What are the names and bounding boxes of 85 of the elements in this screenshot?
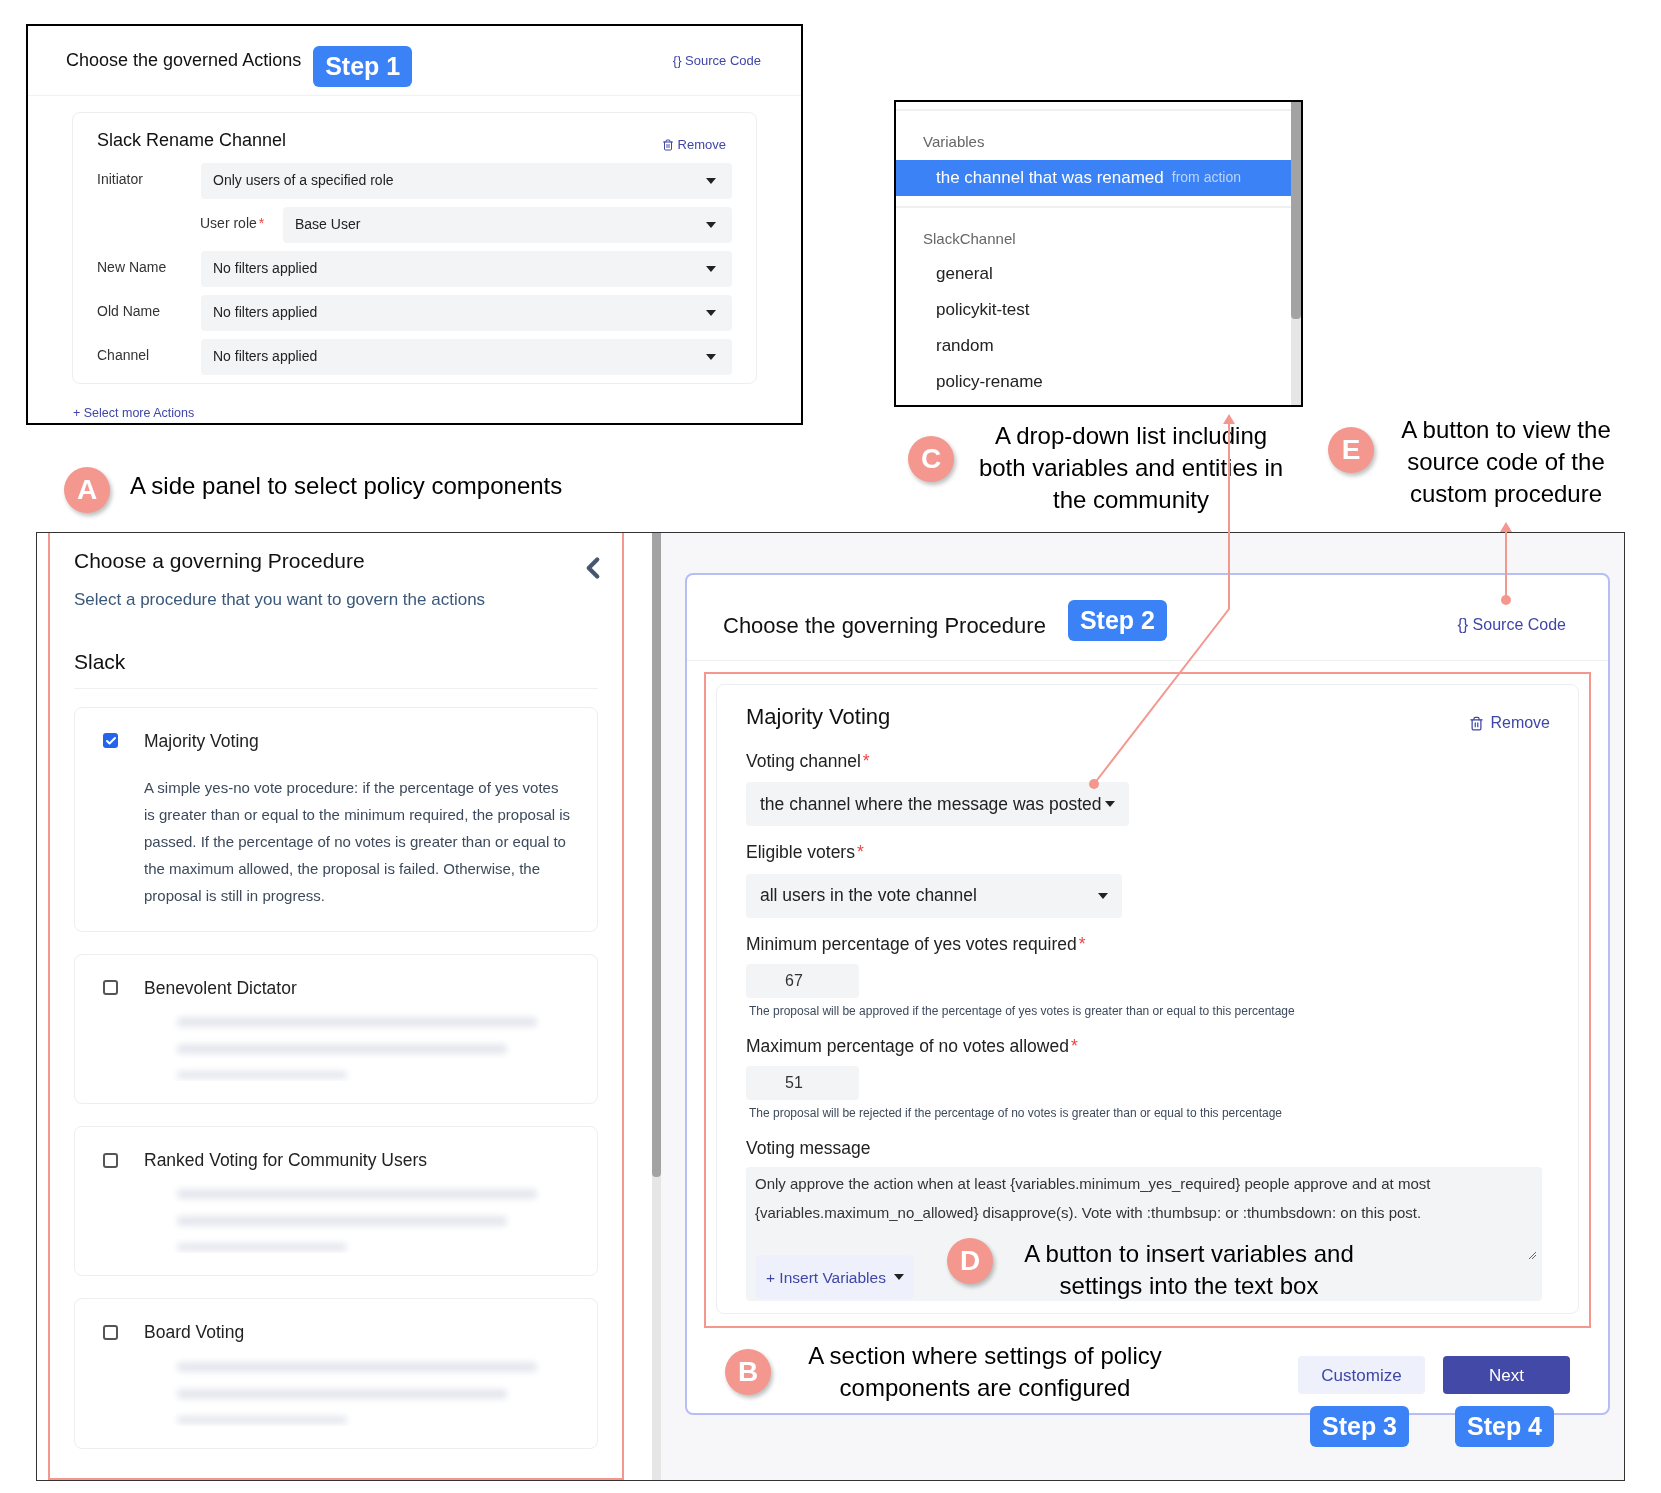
caret-icon	[706, 265, 716, 272]
insert-variables-button[interactable]: + Insert Variables	[756, 1255, 914, 1300]
field-label: Voting message	[746, 1137, 871, 1160]
remove-link[interactable]: Remove	[661, 135, 726, 155]
field-label: Eligible voters	[746, 841, 855, 865]
filter-label-text: Channel	[97, 346, 150, 363]
panel-title: Choose the governing Procedure	[723, 612, 1046, 640]
step-badge: Step 4	[1455, 1406, 1555, 1447]
section-heading: Slack	[74, 646, 598, 689]
filter-select[interactable]: Only users of a specified role	[201, 162, 732, 199]
filter-label-text: Old Name	[97, 302, 161, 319]
caret-icon	[1105, 801, 1116, 808]
procedure-name: Benevolent Dictator	[144, 976, 297, 1000]
group-heading: SlackChannel	[922, 228, 1017, 249]
annotation-text: A section where settings of policy components are configured	[807, 1341, 1163, 1403]
procedure-description: A simple yes-no vote procedure: if the percentage of yes votes is greater than or equal to the minimum required, the proposal is passed. If the percentage of no votes is greater than or equal to the maximum allowed, the proposal is failed. Otherwise, the proposal is still in progress.	[144, 777, 572, 906]
required-asterisk: *	[856, 841, 864, 865]
resize-handle-icon	[1528, 1251, 1536, 1260]
procedure-title: Majority Voting	[746, 702, 891, 731]
filter-label-text: Initiator	[97, 170, 143, 187]
filter-select[interactable]: Base User	[283, 206, 732, 243]
procedure-name: Ranked Voting for Community Users	[144, 1149, 428, 1172]
procedure-name: Board Voting	[144, 1321, 245, 1345]
required-asterisk: *	[258, 214, 265, 231]
caret-icon	[893, 1274, 904, 1281]
annotation-text: A side panel to select policy components	[130, 471, 564, 501]
procedure-card[interactable]: Benevolent Dictator	[74, 953, 598, 1104]
trash-icon	[1469, 715, 1485, 731]
dropdown-option[interactable]: policy-rename	[896, 364, 1291, 400]
callout-marker: E	[1328, 427, 1374, 473]
checkbox[interactable]	[103, 1152, 118, 1168]
caret-icon	[706, 177, 716, 184]
checkbox[interactable]	[103, 733, 118, 749]
number-field[interactable]: 51	[746, 1066, 859, 1100]
annotation-text: A button to view the source code of the custom procedure	[1400, 415, 1612, 509]
action-title: Slack Rename Channel	[97, 129, 287, 153]
group-heading: Variables	[922, 132, 986, 152]
field-label: Minimum percentage of yes votes required	[746, 932, 1077, 956]
dropdown-option[interactable]: random	[896, 328, 1291, 364]
callout-marker: A	[64, 467, 110, 513]
select-field[interactable]: the channel where the message was posted	[746, 782, 1130, 827]
remove-link[interactable]: Remove	[1469, 711, 1550, 735]
panel-title: Choose a governing Procedure	[74, 548, 366, 574]
filter-label-text: New Name	[97, 258, 167, 275]
help-text: The proposal will be approved if the percentage of yes votes is greater than or equal to this percentage	[749, 1002, 1296, 1020]
required-asterisk: *	[1070, 1034, 1078, 1058]
source-code-link[interactable]: {} Source Code	[1457, 612, 1566, 637]
number-field[interactable]: 67	[746, 963, 859, 998]
dropdown-option[interactable]: general	[896, 256, 1291, 292]
field-label: Voting channel	[746, 750, 861, 773]
procedure-card[interactable]: Ranked Voting for Community Users	[74, 1126, 598, 1277]
procedure-card[interactable]	[74, 706, 598, 932]
option-note: from action	[1171, 168, 1241, 187]
procedure-name: Majority Voting	[144, 729, 259, 753]
filter-select[interactable]: No filters applied	[201, 294, 732, 331]
select-more-link[interactable]: + Select more Actions	[73, 403, 195, 423]
required-asterisk: *	[1078, 932, 1086, 956]
checkbox[interactable]	[103, 1324, 118, 1340]
source-code-link[interactable]: {} Source Code	[672, 50, 761, 71]
filter-select[interactable]: No filters applied	[201, 338, 732, 375]
callout-marker: C	[908, 436, 954, 482]
trash-icon	[661, 138, 674, 151]
filter-select[interactable]: No filters applied	[201, 250, 732, 287]
caret-icon	[1098, 892, 1108, 899]
select-field[interactable]: all users in the vote channel	[746, 873, 1122, 918]
step-badge: Step 1	[313, 46, 413, 87]
caret-icon	[706, 221, 716, 228]
customize-button[interactable]: Customize	[1298, 1356, 1425, 1395]
panel-subtitle: Select a procedure that you want to govern the actions	[74, 588, 487, 611]
field-label: Maximum percentage of no votes allowed	[746, 1034, 1069, 1058]
annotation-text: A drop-down list including both variables and entities in the community	[978, 421, 1284, 515]
panel-title: Choose the governed Actions	[66, 49, 302, 72]
annotation-text: A button to insert variables and settings into the text box	[1023, 1239, 1355, 1301]
help-text: The proposal will be rejected if the percentage of no votes is greater than or equal to this percentage	[749, 1105, 1283, 1122]
procedure-card[interactable]: Board Voting	[74, 1298, 598, 1449]
caret-icon	[706, 309, 716, 316]
dropdown-option[interactable]: policykit-test	[896, 292, 1291, 328]
dropdown-option[interactable]: the channel that was renamed from action	[896, 159, 1291, 196]
checkbox[interactable]	[103, 980, 118, 996]
next-button[interactable]: Next	[1443, 1356, 1570, 1395]
caret-icon	[706, 353, 716, 360]
required-asterisk: *	[862, 750, 870, 773]
step-badge: Step 3	[1310, 1406, 1410, 1447]
step-badge: Step 2	[1067, 600, 1167, 641]
filter-label-text: User role	[200, 214, 257, 231]
